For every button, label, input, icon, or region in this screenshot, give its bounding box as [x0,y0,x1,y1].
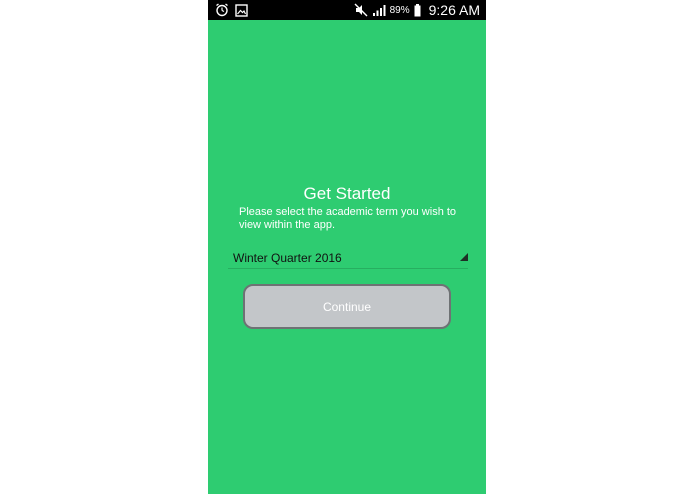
status-bar: 89% 9:26 AM [208,0,486,20]
battery-icon [414,3,421,17]
phone-screen: 89% 9:26 AM Get Started Please select th… [208,0,486,494]
image-notification-icon [235,3,248,17]
alarm-clock-icon [215,3,229,17]
mute-icon [354,3,368,17]
continue-button[interactable]: Continue [243,284,451,329]
status-notifications [215,2,248,18]
status-system: 89% 9:26 AM [354,0,480,20]
selected-term: Winter Quarter 2016 [233,251,342,265]
page-title: Get Started [303,184,391,203]
battery-percent: 89% [389,4,410,16]
page-subtitle: Please select the academic term you wish… [239,206,457,231]
signal-icon [372,4,386,16]
status-time: 9:26 AM [428,2,480,18]
academic-term-dropdown[interactable]: Winter Quarter 2016 [228,246,468,269]
dropdown-corner-arrow-icon [460,248,468,266]
